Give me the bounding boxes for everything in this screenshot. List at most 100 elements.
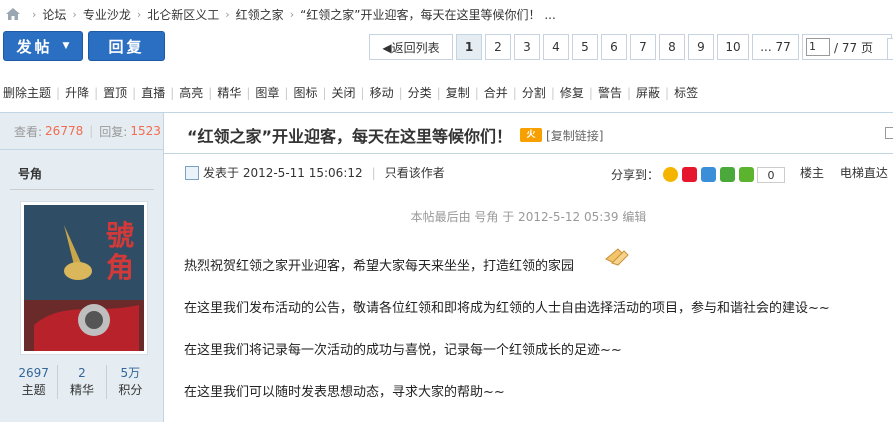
avatar-image: 號 角 [24,205,144,351]
views-count: 26778 [45,124,84,138]
author-sidebar: 查看: 26778 | 回复: 1523 号角 號 角 2697 主题 2 精华… [0,113,164,422]
copy-link-button[interactable]: [复制链接] [546,127,603,144]
page-link-6[interactable]: 6 [601,34,627,60]
mod-action-close[interactable]: 关闭 [332,84,356,101]
share-label: 分享到： [611,168,660,182]
mod-action-split[interactable]: 分割 [522,84,546,101]
stat-digests[interactable]: 2 精华 [57,365,105,399]
reply-button[interactable]: 回复 [88,31,165,61]
online-user-icon [185,165,199,180]
hot-badge-icon: 火 [520,128,543,142]
divider [10,189,154,190]
stat-label: 主题 [21,383,46,397]
stat-value: 2 [78,366,86,380]
stat-value: 2697 [18,366,49,380]
mod-action-warn[interactable]: 警告 [598,84,622,101]
page-link-4[interactable]: 4 [543,34,569,60]
mod-action-move[interactable]: 移动 [370,84,394,101]
chevron-right-icon: › [72,7,77,21]
more-share-icon[interactable] [739,167,755,182]
stat-label: 积分 [118,383,143,397]
chevron-right-icon: › [32,7,37,21]
replies-label: 回复: [99,124,128,139]
svg-text:角: 角 [106,251,134,284]
post-paragraph: 在这里我们发布活动的公告，敬请各位红领和即将成为红领的人士自由选择活动的项目，参… [184,301,830,316]
mod-action-repair[interactable]: 修复 [560,84,584,101]
last-page-link[interactable]: ... 77 [752,34,799,60]
stat-label: 精华 [69,383,94,397]
moderation-toolbar: 删除主题 | 升降 | 置顶 | 直播 | 高亮 | 精华 | 图章 | 图标 | 关闭 | 移动… [3,84,699,101]
pagination: ◀返回列表 1 2 3 4 5 6 7 8 9 10 ... 77 1 / 77… [369,34,892,60]
page-link-9[interactable]: 9 [688,34,714,60]
svg-text:號: 號 [106,220,134,252]
page-link-2[interactable]: 2 [485,34,511,60]
page-link-1[interactable]: 1 [456,34,482,60]
chevron-right-icon: › [289,7,295,21]
post-meta: 发表于 2012-5-11 15:06:12 | 只看该作者 [185,164,445,181]
caret-down-icon: ▼ [62,41,70,51]
views-label: 查看: [14,124,43,139]
mod-action-highlight[interactable]: 高亮 [179,84,203,101]
qzone-share-icon[interactable] [663,167,679,182]
mod-action-icon[interactable]: 图标 [293,84,317,101]
mod-action-sticky[interactable]: 置顶 [103,84,127,101]
breadcrumb-item-thread[interactable]: “红领之家”开业迎客，每天在这里等候你们！ ... [300,6,556,23]
divider [164,153,893,154]
floor-jump-link[interactable]: 电梯直达 [840,166,888,180]
page-jump-input[interactable]: 1 [806,38,830,56]
breadcrumb: › 论坛 › 专业沙龙 › 北仑新区义工 › 红领之家 › “红领之家”开业迎客… [0,0,893,28]
mod-action-delete[interactable]: 删除主题 [3,84,51,101]
mod-action-stamp[interactable]: 图章 [255,84,279,101]
breadcrumb-item-volunteer[interactable]: 北仑新区义工 [147,6,219,23]
bugle-illustration: 號 角 [24,205,144,351]
mod-action-copy[interactable]: 复制 [446,84,470,101]
page-link-7[interactable]: 7 [630,34,656,60]
avatar[interactable]: 號 角 [20,201,148,355]
page-link-3[interactable]: 3 [514,34,540,60]
share-count: 0 [757,166,786,183]
weibo-share-icon[interactable] [682,167,698,182]
edit-note: 本帖最后由 号角 于 2012-5-12 05:39 编辑 [410,210,647,224]
thread-title-text: “红领之家”开业迎客，每天在这里等候你们！ [187,127,513,146]
floor-label: 楼主 [800,166,825,180]
mod-action-category[interactable]: 分类 [408,84,432,101]
print-icon[interactable] [885,127,893,139]
page-link-10[interactable]: 10 [717,34,749,60]
back-to-list-button[interactable]: ◀返回列表 [369,34,453,60]
breadcrumb-item-forum[interactable]: 论坛 [42,6,66,23]
floor-info: 楼主 电梯直达 [800,164,888,181]
mod-action-tags[interactable]: 标签 [674,84,698,101]
stat-value: 5万 [120,366,141,380]
chevron-right-icon: › [136,7,142,21]
page-link-8[interactable]: 8 [659,34,685,60]
share-bar: 分享到： 0 [611,166,786,183]
wechat-share-icon[interactable] [720,167,736,182]
page-link-5[interactable]: 5 [572,34,598,60]
mod-action-merge[interactable]: 合并 [484,84,508,101]
chevron-right-icon: › [225,7,230,21]
only-author-link[interactable]: 只看该作者 [385,164,445,181]
breadcrumb-item-board[interactable]: 红领之家 [236,6,284,23]
breadcrumb-item-salon[interactable]: 专业沙龙 [83,6,131,23]
thread-title: “红领之家”开业迎客，每天在这里等候你们！ 火 [复制链接] [187,123,603,147]
replies-count: 1523 [130,124,161,138]
new-post-label: 发帖 [16,37,53,56]
stat-topics[interactable]: 2697 主题 [10,365,57,399]
clapping-hands-icon [605,248,629,266]
tencent-weibo-share-icon[interactable] [701,167,717,182]
mod-action-block[interactable]: 屏蔽 [636,84,660,101]
home-icon[interactable] [6,8,20,20]
post-time: 发表于 2012-5-11 15:06:12 [203,166,363,180]
post-paragraph: 在这里我们将记录每一次活动的成功与喜悦，记录每一个红领成长的足迹~~ [184,343,622,358]
thread-stats: 查看: 26778 | 回复: 1523 [0,113,163,150]
page-total: / 77 页 [834,40,873,55]
stat-points[interactable]: 5万 积分 [105,365,154,399]
post-paragraph: 热烈祝贺红领之家开业迎客，希望大家每天来坐坐，打造红领的家园 [184,259,575,274]
next-page-button[interactable] [887,38,893,60]
mod-action-live[interactable]: 直播 [141,84,165,101]
mod-action-digest[interactable]: 精华 [217,84,241,101]
new-post-button[interactable]: 发帖 ▼ [3,31,83,61]
author-name[interactable]: 号角 [18,165,42,182]
mod-action-bump[interactable]: 升降 [65,84,89,101]
reply-label: 回复 [108,37,145,56]
